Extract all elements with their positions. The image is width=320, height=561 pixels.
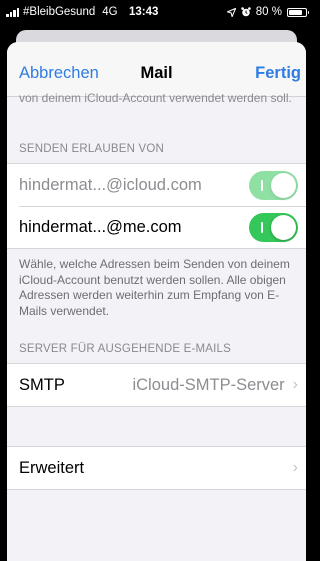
smtp-label: SMTP bbox=[19, 375, 65, 394]
clock: 13:43 bbox=[129, 6, 159, 18]
battery-percentage: 80 % bbox=[255, 6, 282, 18]
toggle-on-mark bbox=[261, 221, 263, 233]
advanced-group: Erweitert › bbox=[7, 446, 306, 490]
mail-settings-sheet: Abbrechen Mail Fertig von deinem iCloud-… bbox=[7, 42, 306, 561]
navigation-bar: Abbrechen Mail Fertig bbox=[7, 42, 306, 97]
toggle-on-mark bbox=[261, 179, 263, 191]
status-bar: #BleibGesund 4G 13:43 80 % bbox=[0, 0, 313, 26]
chevron-right-icon: › bbox=[292, 459, 298, 476]
settings-content[interactable]: von deinem iCloud-Account verwendet werd… bbox=[7, 91, 306, 561]
chevron-right-icon: › bbox=[292, 376, 298, 393]
icloud-address-toggle[interactable] bbox=[249, 170, 298, 200]
battery-icon bbox=[287, 7, 309, 17]
toggle-knob bbox=[271, 172, 296, 198]
network-type: 4G bbox=[102, 6, 118, 18]
send-from-row-me: hindermat...@me.com bbox=[7, 206, 306, 248]
carrier-name: #BleibGesund bbox=[23, 6, 96, 18]
toggle-knob bbox=[271, 214, 296, 240]
battery-level bbox=[289, 9, 302, 15]
address-label: hindermat...@icloud.com bbox=[19, 175, 202, 194]
me-address-toggle[interactable] bbox=[249, 212, 298, 242]
section-header-outgoing-server: SERVER FÜR AUSGEHENDE E-MAILS bbox=[19, 343, 231, 355]
address-label: hindermat...@me.com bbox=[19, 217, 182, 236]
outgoing-server-group: SMTP iCloud-SMTP-Server › bbox=[7, 363, 306, 407]
send-from-group: hindermat...@icloud.com hindermat...@me.… bbox=[7, 163, 306, 249]
done-button[interactable]: Fertig bbox=[255, 64, 301, 83]
signal-strength-icon bbox=[6, 7, 19, 17]
alarm-icon bbox=[241, 7, 251, 17]
status-bar-left: #BleibGesund 4G bbox=[6, 6, 118, 18]
smtp-row[interactable]: SMTP iCloud-SMTP-Server › bbox=[7, 364, 306, 406]
location-icon bbox=[226, 7, 236, 17]
top-footnote: von deinem iCloud-Account verwendet werd… bbox=[19, 91, 292, 105]
send-from-footnote: Wähle, welche Adressen beim Senden von d… bbox=[19, 257, 290, 318]
send-from-row-icloud: hindermat...@icloud.com bbox=[7, 164, 306, 206]
advanced-label: Erweitert bbox=[19, 458, 85, 477]
cancel-button[interactable]: Abbrechen bbox=[19, 64, 99, 83]
status-bar-right: 80 % bbox=[226, 6, 309, 18]
advanced-row[interactable]: Erweitert › bbox=[7, 447, 306, 489]
section-header-send-from: SENDEN ERLAUBEN VON bbox=[19, 143, 165, 155]
smtp-value: iCloud-SMTP-Server bbox=[132, 375, 285, 394]
